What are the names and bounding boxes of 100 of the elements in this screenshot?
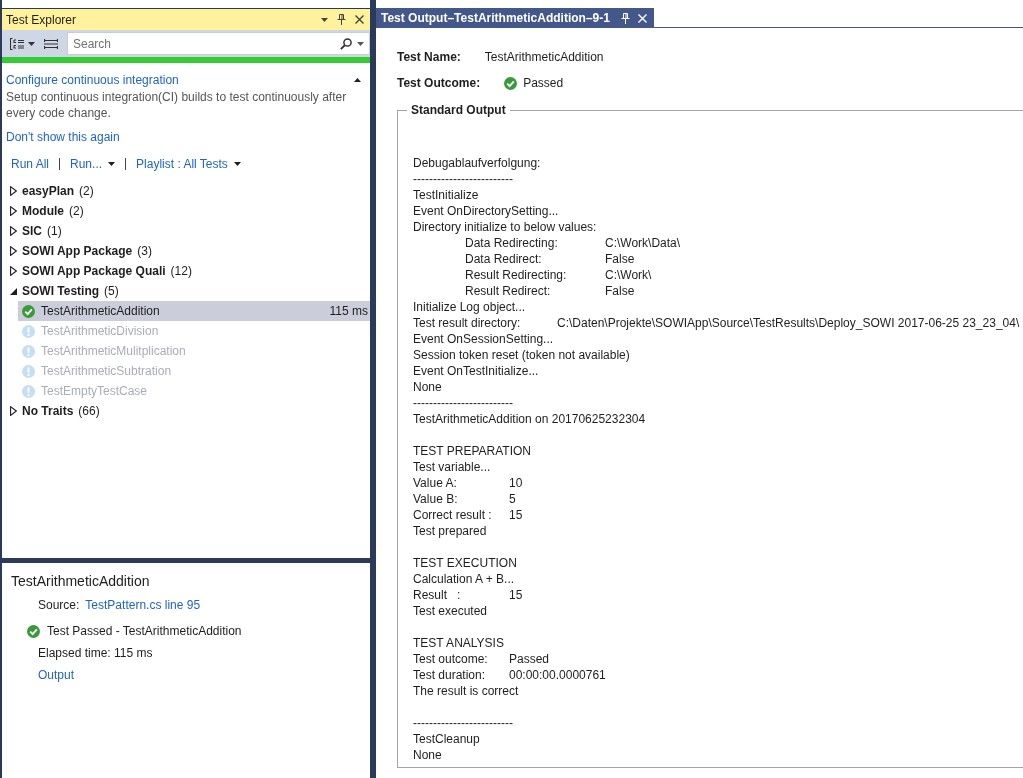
close-icon[interactable] — [355, 15, 364, 24]
tree-group-count: (3) — [137, 244, 152, 258]
toolbar-link[interactable]: Run... — [70, 157, 116, 171]
search-field[interactable]: Search — [67, 32, 370, 55]
tree-group-label[interactable]: easyPlan — [22, 184, 75, 198]
output-line: Test variable... — [413, 459, 491, 475]
output-value: Passed — [509, 651, 550, 667]
collapsed-triangle-icon[interactable] — [10, 406, 17, 416]
tree-group-label[interactable]: SOWI App Package Quali — [22, 264, 166, 278]
output-line: ------------------------- — [413, 395, 513, 411]
caret-up-icon[interactable] — [354, 78, 361, 82]
output-line: TEST PREPARATION — [413, 443, 532, 459]
tree-group-label[interactable]: SOWI App Package — [22, 244, 133, 258]
dismiss-link[interactable]: Don't show this again — [6, 129, 120, 145]
output-value: 10 — [509, 475, 523, 491]
output-label: Result : — [413, 588, 461, 602]
grouped-list-icon[interactable] — [10, 37, 24, 50]
result-text: Test Passed - TestArithmeticAddition — [47, 624, 242, 638]
elapsed-time: Elapsed time: 115 ms — [38, 646, 153, 660]
output-line: TEST ANALYSIS — [413, 635, 504, 651]
tree-group-label[interactable]: Module — [22, 204, 64, 218]
output-label: Value B: — [413, 492, 458, 506]
output-line: TEST EXECUTION — [413, 555, 517, 571]
test-name: TestEmptyTestCase — [41, 384, 148, 398]
caret-down-icon[interactable] — [233, 162, 241, 166]
source-label: Source: — [38, 598, 80, 612]
output-line: TestInitialize — [413, 187, 479, 203]
output-line: Calculation A + B... — [413, 571, 515, 587]
field-label: Test Outcome: — [397, 76, 481, 90]
banner-description: Setup continuous integration(CI) builds to test continuously after every code change. — [6, 89, 348, 121]
output-line: ------------------------- — [413, 715, 513, 731]
output-line: Initialize Log object... — [413, 299, 526, 315]
caret-down-icon[interactable] — [108, 162, 116, 166]
configure-link[interactable]: Configure continuous integration — [6, 73, 179, 87]
output-value: 5 — [509, 491, 516, 507]
tree-group-count: (1) — [47, 224, 62, 238]
output-label: Test result directory: — [413, 316, 521, 330]
detail-title: TestArithmeticAddition — [11, 572, 151, 590]
output-line: ------------------------- — [413, 171, 513, 187]
output-line: Event OnTestInitialize... — [413, 363, 539, 379]
rows-icon[interactable] — [44, 37, 58, 50]
test-row[interactable]: TestArithmeticAddition 115 ms — [18, 301, 370, 321]
output-value: C:\Work\Data\ — [605, 235, 681, 251]
test-name: TestArithmeticMulitplication — [41, 344, 186, 358]
output-value: 15 — [509, 587, 523, 603]
pin-icon[interactable] — [337, 14, 346, 25]
output-value: C:\Daten\Projekte\SOWIApp\Source\TestResults\Deploy_SOWI 2017-06-25 23_23_04\ — [557, 315, 1020, 331]
collapsed-triangle-icon[interactable] — [10, 246, 17, 256]
field-value: Passed — [523, 76, 564, 90]
output-value: C:\Work\ — [605, 267, 652, 283]
tree-group-count: (2) — [79, 184, 94, 198]
test-name: TestArithmeticAddition — [41, 304, 160, 318]
output-line: TestCleanup — [413, 731, 480, 747]
collapsed-triangle-icon[interactable] — [10, 206, 17, 216]
output-line: Event OnSessionSetting... — [413, 331, 554, 347]
output-value: False — [605, 283, 635, 299]
output-value: False — [605, 251, 635, 267]
output-label: Data Redirect: — [465, 252, 542, 266]
panel-title: Test Explorer — [6, 12, 77, 27]
search-icon[interactable] — [340, 37, 352, 50]
tree-group-count: (12) — [170, 264, 192, 278]
output-line: Test executed — [413, 603, 488, 619]
tree-group-label[interactable]: No Traits — [22, 404, 74, 418]
field-value: TestArithmeticAddition — [484, 50, 604, 64]
output-label: Result Redirecting: — [465, 268, 567, 282]
output-label: Result Redirect: — [465, 284, 551, 298]
field-label: Test Name: — [397, 50, 461, 64]
output-label: Test outcome: — [413, 652, 488, 666]
output-line: TestArithmeticAddition on 20170625232304 — [413, 411, 646, 427]
collapsed-triangle-icon[interactable] — [10, 226, 17, 236]
collapsed-triangle-icon[interactable] — [10, 266, 17, 276]
caret-down-icon[interactable] — [28, 41, 35, 46]
output-line: None — [413, 747, 442, 763]
output-value: 00:00:00.0000761 — [509, 667, 606, 683]
tree-group-count: (2) — [69, 204, 84, 218]
output-line: Test prepared — [413, 523, 487, 539]
output-label: Data Redirecting: — [465, 236, 558, 250]
output-line: The result is correct — [413, 683, 519, 699]
output-label: Value A: — [413, 476, 457, 490]
toolbar-link[interactable]: Run All — [11, 157, 50, 171]
output-label: Correct result : — [413, 508, 492, 522]
tree-group-label[interactable]: SOWI Testing — [22, 284, 100, 298]
source-link[interactable]: TestPattern.cs line 95 — [85, 598, 201, 612]
output-line: Event OnDirectorySetting... — [413, 203, 559, 219]
group-legend: Standard Output — [407, 102, 510, 118]
output-value: 15 — [509, 507, 523, 523]
collapsed-triangle-icon[interactable] — [10, 186, 17, 196]
expanded-triangle-icon[interactable] — [10, 287, 17, 295]
caret-down-icon[interactable] — [357, 41, 364, 46]
output-line: Directory initialize to below values: — [413, 219, 597, 235]
toolbar-link[interactable]: Playlist : All Tests — [136, 157, 241, 171]
output-label: Test duration: — [413, 668, 486, 682]
tree-group-count: (5) — [104, 284, 119, 298]
output-line: None — [413, 379, 442, 395]
tree-group-label[interactable]: SIC — [22, 224, 42, 238]
test-name: TestArithmeticSubtration — [41, 364, 172, 378]
test-duration: 115 ms — [329, 304, 368, 318]
output-link[interactable]: Output — [38, 668, 75, 682]
output-line: Session token reset (token not available) — [413, 347, 630, 363]
caret-down-icon[interactable] — [321, 17, 328, 22]
